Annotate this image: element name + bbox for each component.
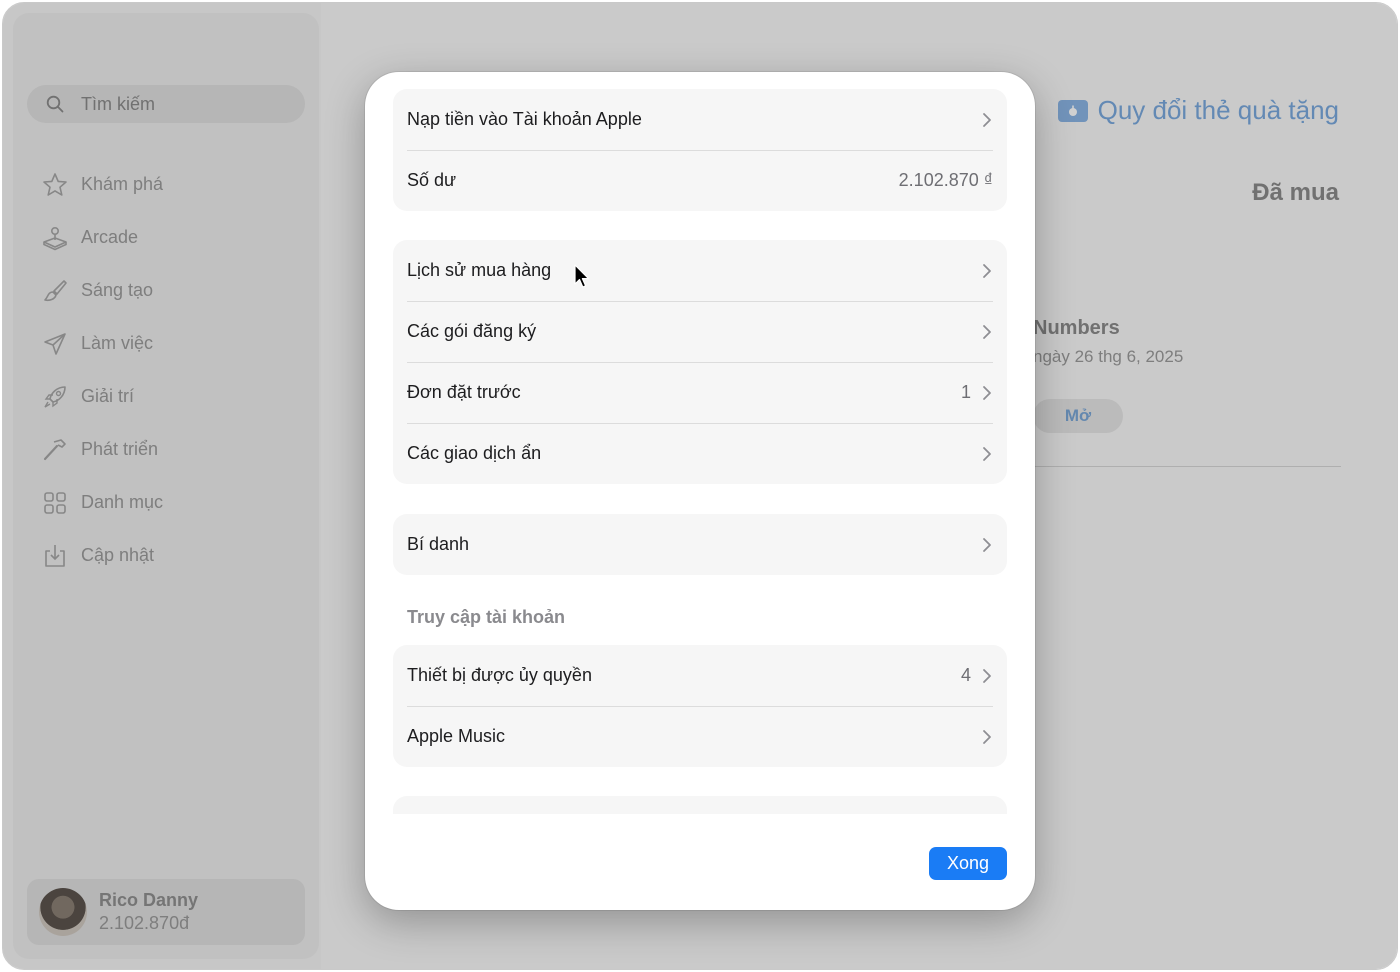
account-access-heading: Truy cập tài khoản [407,607,566,627]
row-label: Số dư [407,170,457,190]
account-access-group: Thiết bị được ủy quyền 4 Apple Music [393,645,1007,767]
purchase-history-row[interactable]: Lịch sử mua hàng [393,240,1007,301]
chevron-right-icon [981,537,993,553]
row-label: Đơn đặt trước [407,382,521,402]
chevron-right-icon [981,729,993,745]
add-funds-row[interactable]: Nạp tiền vào Tài khoản Apple [393,89,1007,150]
purchases-group: Lịch sử mua hàng Các gói đăng ký Đơn đặt… [393,240,1007,484]
row-label: Nạp tiền vào Tài khoản Apple [407,109,642,129]
mouse-pointer-icon [574,264,590,288]
sheet-scroll-area[interactable]: Nạp tiền vào Tài khoản Apple Số dư 2.102… [365,72,1035,814]
authorized-devices-row[interactable]: Thiết bị được ủy quyền 4 [393,645,1007,706]
preorders-row[interactable]: Đơn đặt trước 1 [393,362,1007,423]
row-label: Apple Music [407,726,506,746]
nickname-row[interactable]: Bí danh [393,514,1007,575]
chevron-right-icon [981,112,993,128]
balance-value: 2.102.870 ₫ [898,170,993,190]
nickname-group: Bí danh [393,514,1007,575]
authorized-devices-count: 4 [960,665,971,685]
hidden-purchases-row[interactable]: Các giao dịch ẩn [393,423,1007,484]
subscriptions-row[interactable]: Các gói đăng ký [393,301,1007,362]
apple-music-row[interactable]: Apple Music [393,706,1007,767]
row-label: Thiết bị được ủy quyền [407,665,592,685]
chevron-right-icon [981,446,993,462]
row-label: Các gói đăng ký [407,321,537,341]
balance-row: Số dư 2.102.870 ₫ [393,150,1007,211]
account-settings-sheet: Nạp tiền vào Tài khoản Apple Số dư 2.102… [365,72,1035,910]
wallet-group: Nạp tiền vào Tài khoản Apple Số dư 2.102… [393,89,1007,211]
done-button[interactable]: Xong [929,847,1007,880]
row-label: Các giao dịch ẩn [407,443,542,463]
row-label: Bí danh [407,534,470,554]
preorders-count: 1 [960,382,971,402]
chevron-right-icon [981,263,993,279]
row-label: Lịch sử mua hàng [407,260,552,280]
next-group-partial [393,796,1007,814]
chevron-right-icon [981,668,993,684]
chevron-right-icon [981,324,993,340]
chevron-right-icon [981,385,993,401]
